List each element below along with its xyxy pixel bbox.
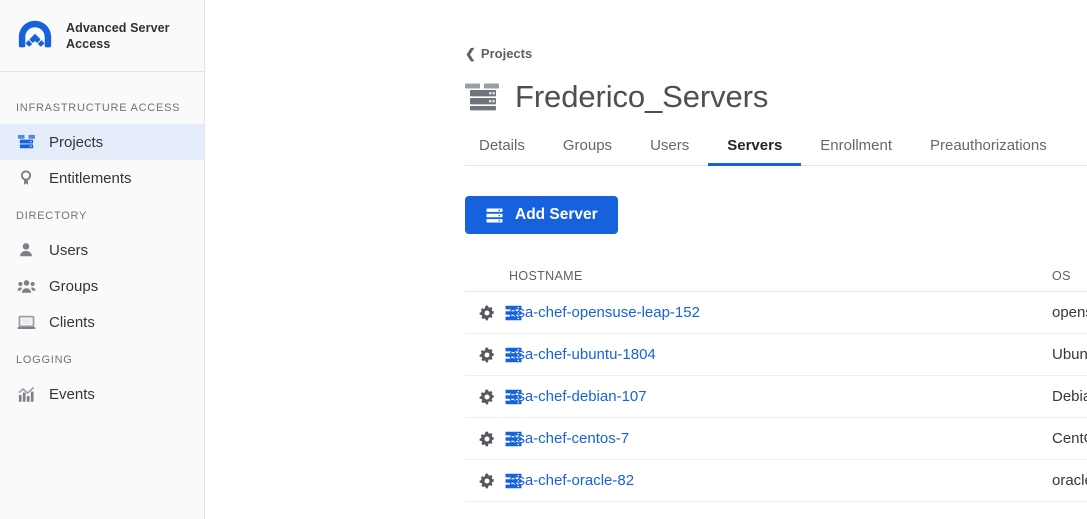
bar-chart-icon [16, 384, 36, 404]
table-row[interactable]: asa-chef-debian-107 Debian 10.7 [465, 376, 1087, 418]
gear-icon[interactable] [479, 347, 495, 363]
gear-icon[interactable] [479, 389, 495, 405]
hostname-link[interactable]: asa-chef-opensuse-leap-152 [509, 304, 700, 321]
table-row[interactable]: asa-chef-centos-7 CentOS 7.9.2009 [465, 418, 1087, 460]
tab-users[interactable]: Users [631, 137, 708, 165]
sidebar-item-groups[interactable]: Groups [0, 268, 204, 304]
toolbar: Add Server [465, 196, 1087, 234]
brand-name-line2: Access [66, 36, 170, 52]
sidebar-item-label: Events [49, 386, 95, 403]
hostname-link[interactable]: asa-chef-centos-7 [509, 430, 629, 447]
column-header-hostname: HOSTNAME [509, 269, 1052, 283]
badge-icon [16, 168, 36, 188]
table-header-row: HOSTNAME OS [465, 260, 1087, 292]
tab-bar: Details Groups Users Servers Enrollment … [465, 137, 1087, 166]
row-os-cell: Ubuntu 18.04 [1052, 346, 1087, 363]
sidebar-section-infrastructure-access: INFRASTRUCTURE ACCESS [0, 88, 204, 124]
sidebar-item-label: Groups [49, 278, 98, 295]
table-row[interactable]: asa-chef-ubuntu-1804 Ubuntu 18.04 [465, 334, 1087, 376]
content-wrapper: ❮ Projects F [205, 0, 1087, 502]
brand-name-line1: Advanced Server [66, 20, 170, 36]
page-title: Frederico_Servers [515, 79, 768, 115]
sidebar-item-clients[interactable]: Clients [0, 304, 204, 340]
servers-table: HOSTNAME OS [465, 260, 1087, 502]
sidebar-item-users[interactable]: Users [0, 232, 204, 268]
gear-icon[interactable] [479, 431, 495, 447]
hostname-link[interactable]: asa-chef-ubuntu-1804 [509, 346, 656, 363]
row-hostname-cell: asa-chef-centos-7 [509, 430, 1052, 448]
row-hostname-cell: asa-chef-ubuntu-1804 [509, 346, 1052, 364]
user-icon [16, 240, 36, 260]
main-content: ❮ Projects F [205, 0, 1087, 519]
gear-icon[interactable] [479, 305, 495, 321]
server-rack-icon [16, 132, 36, 152]
row-hostname-cell: asa-chef-oracle-82 [509, 472, 1052, 490]
chevron-left-icon: ❮ [465, 47, 476, 60]
breadcrumb[interactable]: ❮ Projects [465, 46, 532, 61]
sidebar-item-events[interactable]: Events [0, 376, 204, 412]
sidebar-nav: INFRASTRUCTURE ACCESS Projects [0, 72, 204, 412]
sidebar: Advanced Server Access INFRASTRUCTURE AC… [0, 0, 205, 519]
table-row[interactable]: asa-chef-oracle-82 oracle 8.2 [465, 460, 1087, 502]
row-os-cell: opensuse-leap 15.2 [1052, 304, 1087, 321]
row-icons [465, 473, 509, 489]
app-root: Advanced Server Access INFRASTRUCTURE AC… [0, 0, 1087, 519]
tab-details[interactable]: Details [465, 137, 544, 165]
row-icons [465, 389, 509, 405]
add-server-label: Add Server [515, 206, 598, 224]
brand-name: Advanced Server Access [66, 20, 170, 52]
row-icons [465, 305, 509, 321]
row-hostname-cell: asa-chef-debian-107 [509, 388, 1052, 406]
sidebar-item-projects[interactable]: Projects [0, 124, 204, 160]
server-icon [485, 206, 504, 225]
tab-preauthorizations[interactable]: Preauthorizations [911, 137, 1066, 165]
sidebar-item-label: Entitlements [49, 170, 132, 187]
gear-icon[interactable] [479, 473, 495, 489]
tab-enrollment[interactable]: Enrollment [801, 137, 911, 165]
row-os-cell: oracle 8.2 [1052, 472, 1087, 489]
table-row[interactable]: asa-chef-opensuse-leap-152 opensuse-leap… [465, 292, 1087, 334]
hostname-link[interactable]: asa-chef-debian-107 [509, 388, 647, 405]
asa-logo-icon [16, 17, 54, 55]
sidebar-section-directory: DIRECTORY [0, 196, 204, 232]
row-icons [465, 431, 509, 447]
laptop-icon [16, 312, 36, 332]
brand-header[interactable]: Advanced Server Access [0, 0, 204, 72]
breadcrumb-label: Projects [481, 46, 532, 61]
hostname-link[interactable]: asa-chef-oracle-82 [509, 472, 634, 489]
column-header-os: OS [1052, 269, 1087, 283]
server-cluster-icon [465, 83, 501, 111]
row-os-cell: Debian 10.7 [1052, 388, 1087, 405]
tab-servers[interactable]: Servers [708, 137, 801, 165]
sidebar-item-label: Users [49, 242, 88, 259]
row-os-cell: CentOS 7.9.2009 [1052, 430, 1087, 447]
sidebar-item-label: Clients [49, 314, 95, 331]
row-icons [465, 347, 509, 363]
page-title-row: Frederico_Servers [465, 79, 1087, 115]
tab-groups[interactable]: Groups [544, 137, 631, 165]
sidebar-item-label: Projects [49, 134, 103, 151]
users-group-icon [16, 276, 36, 296]
add-server-button[interactable]: Add Server [465, 196, 618, 234]
sidebar-item-entitlements[interactable]: Entitlements [0, 160, 204, 196]
sidebar-section-logging: LOGGING [0, 340, 204, 376]
row-hostname-cell: asa-chef-opensuse-leap-152 [509, 304, 1052, 322]
